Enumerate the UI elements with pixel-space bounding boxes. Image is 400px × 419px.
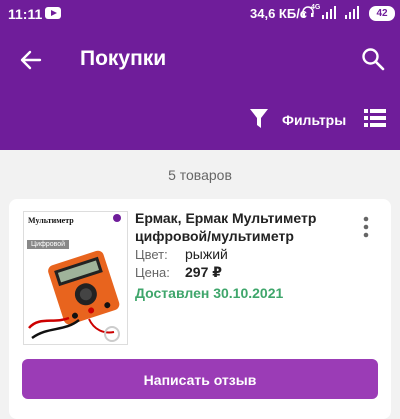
network-type: 4G xyxy=(311,4,321,11)
image-badge-icon xyxy=(113,214,121,222)
product-image-title: Мультиметр xyxy=(28,216,74,225)
battery-icon: 42 xyxy=(369,6,395,21)
order-card[interactable]: Мультиметр Цифровой Ермак, Ермак Мультим… xyxy=(9,199,391,419)
signal-icon xyxy=(345,6,359,19)
status-bar: 11:11 34,6 КБ/с 4G 42 xyxy=(0,0,400,28)
price-row: Цена: 297 ₽ xyxy=(135,264,222,280)
filters-button[interactable]: Фильтры xyxy=(282,112,346,128)
color-row: Цвет: рыжий xyxy=(135,246,228,262)
youtube-icon xyxy=(45,7,61,19)
filter-icon[interactable] xyxy=(249,108,269,130)
color-value: рыжий xyxy=(185,246,228,262)
signal-icon xyxy=(322,6,336,19)
back-arrow-icon[interactable] xyxy=(18,47,44,73)
product-name[interactable]: Ермак, Ермак Мультиметр цифровой/мультим… xyxy=(135,209,350,245)
search-icon[interactable] xyxy=(360,46,386,72)
price-value: 297 ₽ xyxy=(185,264,222,280)
page-title: Покупки xyxy=(80,47,167,70)
write-review-button[interactable]: Написать отзыв xyxy=(22,359,378,399)
list-view-icon[interactable] xyxy=(364,108,386,128)
app-bar: Покупки Фильтры xyxy=(0,28,400,150)
items-count: 5 товаров xyxy=(168,167,232,183)
product-image[interactable]: Мультиметр Цифровой xyxy=(23,211,128,345)
color-label: Цвет: xyxy=(135,247,168,262)
multimeter-icon xyxy=(28,250,120,342)
delivery-status: Доставлен 30.10.2021 xyxy=(135,285,284,301)
price-label: Цена: xyxy=(135,265,170,280)
network-speed: 34,6 КБ/с xyxy=(250,6,308,21)
more-options-icon[interactable] xyxy=(360,215,372,239)
status-time: 11:11 xyxy=(8,6,43,22)
